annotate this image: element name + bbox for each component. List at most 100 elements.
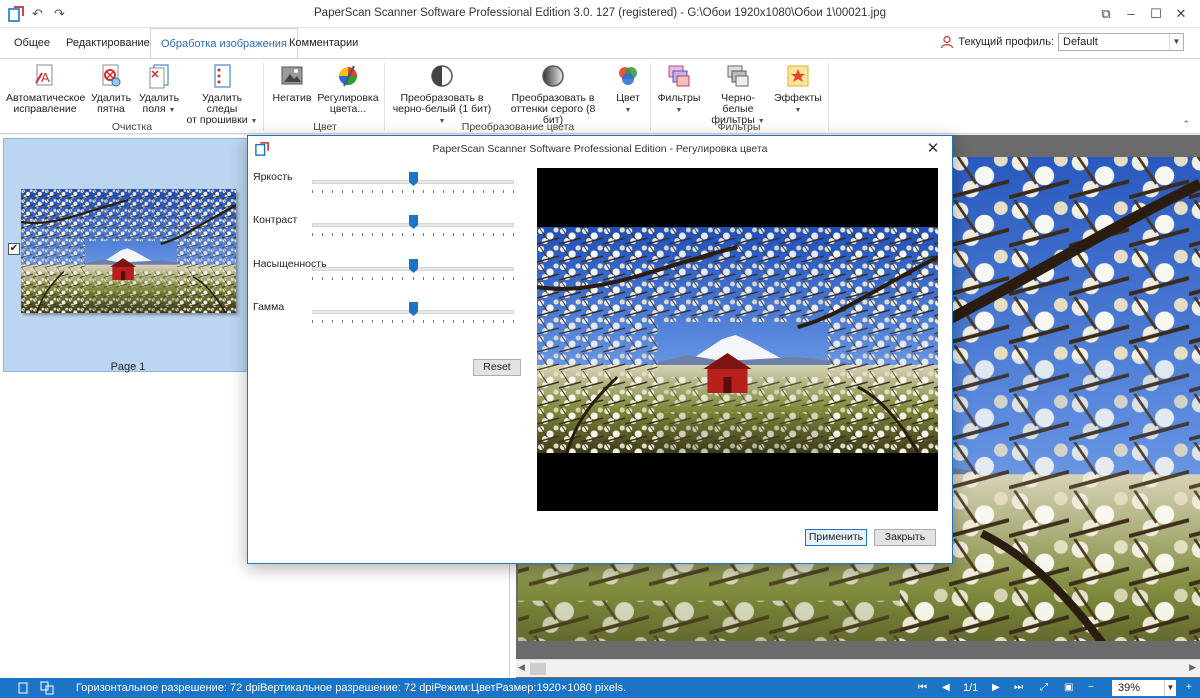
effects-label: Эффекты bbox=[774, 92, 822, 104]
slider-tick bbox=[453, 320, 454, 323]
slider-tick bbox=[312, 190, 313, 193]
zoom-out-icon[interactable]: − bbox=[1088, 678, 1094, 698]
zoom-dropdown[interactable]: 39% ▼ bbox=[1112, 680, 1176, 696]
minimize-button[interactable]: – bbox=[1120, 4, 1142, 24]
slider-tick bbox=[473, 190, 474, 193]
slider-tick bbox=[372, 320, 373, 323]
slider-tick bbox=[493, 190, 494, 193]
remove-punch-holes-button[interactable]: Удалить следы от прошивки ▼ bbox=[186, 63, 258, 127]
slider-tick bbox=[413, 233, 414, 236]
last-page-icon[interactable]: ⏭ bbox=[1014, 678, 1023, 698]
fit-page-icon[interactable]: ▣ bbox=[1064, 678, 1073, 698]
slider-tick bbox=[332, 190, 333, 193]
slider-tick bbox=[423, 277, 424, 280]
slider-thumb[interactable] bbox=[409, 172, 418, 186]
slider-tick bbox=[402, 320, 403, 323]
remove-margins-button[interactable]: Удалить поля ▼ bbox=[136, 63, 182, 116]
user-profile-icon bbox=[941, 35, 954, 49]
bw-filters-button[interactable]: Черно-белые фильтры ▼ bbox=[706, 63, 770, 127]
collapse-ribbon-icon[interactable]: ⌃ bbox=[1182, 119, 1190, 130]
slider-thumb[interactable] bbox=[409, 215, 418, 229]
scrollbar-thumb[interactable] bbox=[530, 663, 546, 675]
slider-tick bbox=[433, 320, 434, 323]
profile-dropdown[interactable]: Default ▼ bbox=[1058, 33, 1184, 51]
slider-tick bbox=[493, 277, 494, 280]
negative-label: Негатив bbox=[272, 92, 312, 104]
slider-tick bbox=[352, 277, 353, 280]
slider-tick bbox=[493, 320, 494, 323]
filters-icon bbox=[668, 65, 690, 87]
tab-comments[interactable]: Комментарии bbox=[279, 28, 368, 58]
slider-tick bbox=[392, 277, 393, 280]
restore-layout-icon[interactable]: ⧉ bbox=[1095, 4, 1117, 24]
slider-tick bbox=[402, 233, 403, 236]
tab-image-processing[interactable]: Обработка изображения bbox=[150, 28, 298, 59]
fit-width-icon[interactable]: ⤢ bbox=[1040, 678, 1048, 698]
multi-page-view-icon[interactable] bbox=[40, 681, 54, 695]
previous-page-icon[interactable]: ◀ bbox=[942, 678, 950, 698]
slider-tick bbox=[382, 277, 383, 280]
reset-button[interactable]: Reset bbox=[473, 359, 521, 376]
next-page-icon[interactable]: ▶ bbox=[992, 678, 1000, 698]
effects-button[interactable]: Эффекты ▼ bbox=[774, 63, 822, 116]
filters-button[interactable]: Фильтры ▼ bbox=[656, 63, 702, 116]
slider-tick bbox=[312, 320, 313, 323]
auto-fix-button[interactable]: A Автоматическое исправление bbox=[6, 63, 85, 115]
slider-tick bbox=[443, 320, 444, 323]
slider-tick bbox=[413, 190, 414, 193]
filters-label: Фильтры bbox=[657, 92, 701, 104]
tab-editing[interactable]: Редактирование bbox=[56, 28, 160, 58]
thumbnail-checkbox[interactable]: ✔ bbox=[8, 243, 20, 255]
slider-thumb[interactable] bbox=[409, 302, 418, 316]
remove-spots-icon bbox=[102, 64, 121, 87]
slider-ticks bbox=[312, 190, 514, 194]
horizontal-scrollbar[interactable]: ◀ ▶ bbox=[516, 659, 1200, 677]
slider-tick bbox=[453, 233, 454, 236]
slider-tick bbox=[453, 190, 454, 193]
ribbon: A Автоматическое исправление Удалить пят… bbox=[0, 58, 1200, 134]
apply-button[interactable]: Применить bbox=[805, 529, 867, 546]
single-page-view-icon[interactable] bbox=[16, 681, 30, 695]
brightness-slider[interactable] bbox=[312, 172, 514, 194]
chevron-down-icon: ▼ bbox=[168, 107, 176, 114]
slider-tick bbox=[473, 277, 474, 280]
scroll-right-icon[interactable]: ▶ bbox=[1189, 662, 1196, 673]
slider-tick bbox=[322, 190, 323, 193]
slider-tick bbox=[312, 277, 313, 280]
zoom-in-icon[interactable]: + bbox=[1186, 678, 1192, 698]
slider-tick bbox=[362, 190, 363, 193]
color-icon bbox=[619, 67, 637, 85]
slider-thumb[interactable] bbox=[409, 259, 418, 273]
slider-tick bbox=[433, 190, 434, 193]
slider-tick bbox=[513, 320, 514, 323]
negative-button[interactable]: Негатив bbox=[270, 63, 314, 104]
slider-tick bbox=[463, 233, 464, 236]
close-window-button[interactable]: ✕ bbox=[1170, 4, 1192, 24]
grayscale-convert-button[interactable]: Преобразовать в оттенки серого (8 бит) bbox=[500, 63, 606, 126]
slider-tick bbox=[483, 190, 484, 193]
color-adjust-button[interactable]: Регулировка цвета... bbox=[316, 63, 380, 115]
svg-text:A: A bbox=[41, 70, 50, 85]
slider-tick bbox=[342, 320, 343, 323]
preview-area bbox=[537, 168, 938, 511]
dialog-close-icon[interactable]: ✕ bbox=[924, 140, 942, 158]
scroll-left-icon[interactable]: ◀ bbox=[518, 662, 525, 673]
close-button[interactable]: Закрыть bbox=[874, 529, 936, 546]
slider-tick bbox=[433, 233, 434, 236]
maximize-button[interactable]: ☐ bbox=[1145, 4, 1167, 24]
remove-spots-button[interactable]: Удалить пятна bbox=[88, 63, 134, 115]
color-adjust-label-2: цвета... bbox=[329, 103, 367, 115]
negative-icon bbox=[281, 66, 303, 85]
slider-tick bbox=[362, 233, 363, 236]
slider-tick bbox=[423, 320, 424, 323]
saturation-slider[interactable] bbox=[312, 259, 514, 281]
gamma-slider[interactable] bbox=[312, 302, 514, 324]
profile-value: Default bbox=[1063, 36, 1098, 48]
contrast-slider[interactable] bbox=[312, 215, 514, 237]
first-page-icon[interactable]: ⏮ bbox=[918, 678, 927, 698]
thumbnail-page-1[interactable]: ✔ Page 1 bbox=[3, 138, 251, 373]
color-button[interactable]: Цвет ▼ bbox=[610, 63, 646, 116]
bw-convert-button[interactable]: Преобразовать в черно-белый (1 бит) ▼ bbox=[390, 63, 494, 127]
contrast-label: Контраст bbox=[253, 214, 298, 226]
tab-general[interactable]: Общее bbox=[4, 28, 60, 58]
